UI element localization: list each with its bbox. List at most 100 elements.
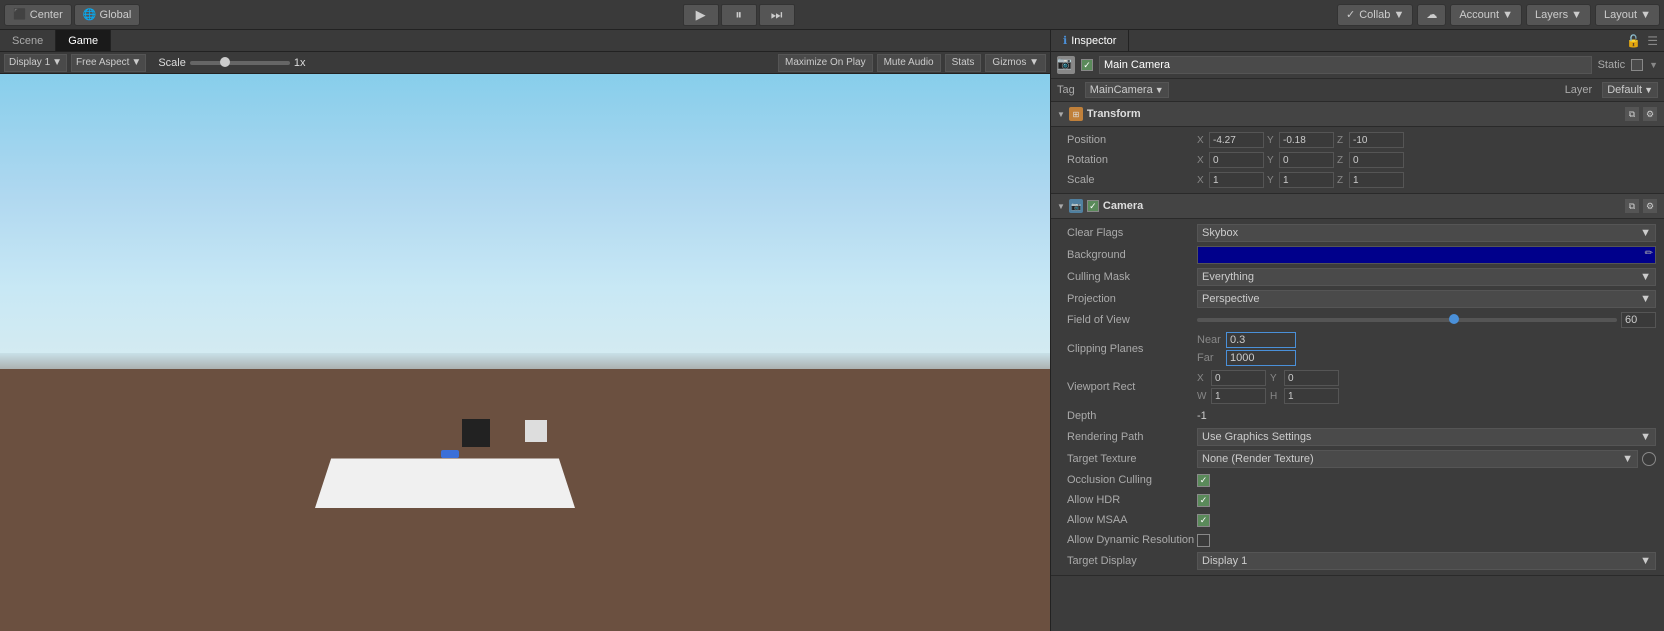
vp-x-input[interactable] (1211, 370, 1266, 386)
occlusion-label: Occlusion Culling (1067, 474, 1197, 486)
lock-icon[interactable]: 🔓 (1624, 32, 1643, 50)
rendering-path-dropdown[interactable]: Use Graphics Settings ▼ (1197, 428, 1656, 446)
pos-y-field: Y (1267, 132, 1334, 148)
pos-z-input[interactable] (1349, 132, 1404, 148)
pos-y-input[interactable] (1279, 132, 1334, 148)
aspect-arrow: ▼ (131, 57, 141, 68)
scale-y-input[interactable] (1279, 172, 1334, 188)
depth-label: Depth (1067, 410, 1197, 422)
step-button[interactable]: ⏭ (759, 4, 795, 26)
layer-dropdown[interactable]: Default ▼ (1602, 82, 1658, 98)
dynamic-resolution-checkbox[interactable] (1197, 534, 1210, 547)
transform-tools: ⬛ Center 🌐 Global (4, 4, 140, 26)
depth-row: Depth -1 (1051, 406, 1664, 426)
maximize-btn[interactable]: Maximize On Play (778, 54, 873, 72)
vp-h-field: H (1270, 388, 1339, 404)
vp-y-input[interactable] (1284, 370, 1339, 386)
display-arrow: ▼ (52, 57, 62, 68)
stats-btn[interactable]: Stats (945, 54, 982, 72)
gizmos-btn[interactable]: Gizmos ▼ (985, 54, 1046, 72)
near-input[interactable] (1226, 332, 1296, 348)
allow-hdr-checkbox[interactable]: ✓ (1197, 494, 1210, 507)
scale-slider[interactable] (190, 61, 290, 65)
rot-x-input[interactable] (1209, 152, 1264, 168)
hamburger-icon[interactable]: ☰ (1645, 32, 1660, 50)
pos-y-label: Y (1267, 135, 1277, 146)
projection-arrow: ▼ (1640, 293, 1651, 305)
occlusion-checkbox[interactable]: ✓ (1197, 474, 1210, 487)
transform-component-header[interactable]: ▼ ⊞ Transform ⧉ ⚙ (1051, 102, 1664, 127)
mute-btn[interactable]: Mute Audio (877, 54, 941, 72)
play-button[interactable]: ▶ (683, 4, 719, 26)
clear-flags-dropdown[interactable]: Skybox ▼ (1197, 224, 1656, 242)
rot-z-input[interactable] (1349, 152, 1404, 168)
fov-slider[interactable] (1197, 318, 1617, 322)
scale-label: Scale (158, 57, 186, 69)
rendering-path-row: Rendering Path Use Graphics Settings ▼ (1051, 426, 1664, 448)
cloud-icon: ☁ (1426, 8, 1437, 21)
panel-tabs: Scene Game (0, 30, 1050, 52)
allow-msaa-checkbox[interactable]: ✓ (1197, 514, 1210, 527)
layers-button[interactable]: Layers ▼ (1526, 4, 1591, 26)
pause-button[interactable]: ⏸ (721, 4, 757, 26)
camera-active-checkbox[interactable]: ✓ (1087, 200, 1099, 212)
object-active-checkbox[interactable]: ✓ (1081, 59, 1093, 71)
global-btn[interactable]: 🌐 Global (74, 4, 141, 26)
rendering-path-value: Use Graphics Settings (1202, 431, 1311, 443)
camera-component-header[interactable]: ▼ 📷 ✓ Camera ⧉ ⚙ (1051, 194, 1664, 219)
target-display-dropdown[interactable]: Display 1 ▼ (1197, 552, 1656, 570)
camera-settings-btn[interactable]: ⚙ (1642, 198, 1658, 214)
background-color[interactable]: ✏ (1197, 246, 1656, 264)
viewport-row: Viewport Rect X Y W (1051, 368, 1664, 406)
cloud-button[interactable]: ☁ (1417, 4, 1446, 26)
vp-h-input[interactable] (1284, 388, 1339, 404)
far-input[interactable] (1226, 350, 1296, 366)
pos-x-input[interactable] (1209, 132, 1264, 148)
object-name-input[interactable] (1099, 56, 1592, 74)
aspect-select[interactable]: Free Aspect ▼ (71, 54, 146, 72)
static-checkbox[interactable] (1631, 59, 1643, 71)
aspect-label: Free Aspect (76, 57, 129, 68)
scale-z-input[interactable] (1349, 172, 1404, 188)
culling-mask-dropdown[interactable]: Everything ▼ (1197, 268, 1656, 286)
transform-triangle-icon: ▼ (1057, 110, 1065, 119)
tab-scene[interactable]: Scene (0, 30, 56, 51)
rot-z-field: Z (1337, 152, 1404, 168)
rot-y-field: Y (1267, 152, 1334, 168)
scale-xyz: X Y Z (1197, 172, 1656, 188)
projection-dropdown[interactable]: Perspective ▼ (1197, 290, 1656, 308)
transform-header-label: Transform (1087, 108, 1620, 120)
background-row: Background ✏ (1051, 244, 1664, 266)
inspector-tab-icons: 🔓 ☰ (1624, 32, 1664, 50)
fov-input[interactable] (1621, 312, 1656, 328)
account-button[interactable]: Account ▼ (1450, 4, 1522, 26)
tag-dropdown[interactable]: MainCamera ▼ (1085, 82, 1169, 98)
rot-y-input[interactable] (1279, 152, 1334, 168)
layout-button[interactable]: Layout ▼ (1595, 4, 1660, 26)
game-viewport (0, 74, 1050, 631)
target-texture-select-btn[interactable] (1642, 452, 1656, 466)
camera-header-label: Camera (1103, 200, 1620, 212)
transform-settings-btn[interactable]: ⚙ (1642, 106, 1658, 122)
static-arrow[interactable]: ▼ (1649, 60, 1658, 70)
inspector-panel: ℹ Inspector 🔓 ☰ 📷 ✓ Static ▼ Tag MainCam… (1050, 30, 1664, 631)
collab-button[interactable]: ✓ Collab ▼ (1337, 4, 1413, 26)
toolbar-right-controls: ✓ Collab ▼ ☁ Account ▼ Layers ▼ Layout ▼ (1337, 4, 1660, 26)
tab-inspector[interactable]: ℹ Inspector (1051, 30, 1129, 51)
transform-buttons: ⧉ ⚙ (1624, 106, 1658, 122)
near-clip-row: Near (1197, 332, 1656, 348)
vp-w-input[interactable] (1211, 388, 1266, 404)
scale-x-input[interactable] (1209, 172, 1264, 188)
transform-copy-btn[interactable]: ⧉ (1624, 106, 1640, 122)
fov-label: Field of View (1067, 314, 1197, 326)
display-select[interactable]: Display 1 ▼ (4, 54, 67, 72)
tab-game[interactable]: Game (56, 30, 111, 51)
allow-hdr-row: Allow HDR ✓ (1051, 490, 1664, 510)
camera-copy-btn[interactable]: ⧉ (1624, 198, 1640, 214)
fov-row: Field of View (1051, 310, 1664, 330)
center-btn[interactable]: ⬛ Center (4, 4, 72, 26)
fov-slider-row (1197, 312, 1656, 328)
allow-hdr-label: Allow HDR (1067, 494, 1197, 506)
pos-z-label: Z (1337, 135, 1347, 146)
target-texture-dropdown[interactable]: None (Render Texture) ▼ (1197, 450, 1638, 468)
